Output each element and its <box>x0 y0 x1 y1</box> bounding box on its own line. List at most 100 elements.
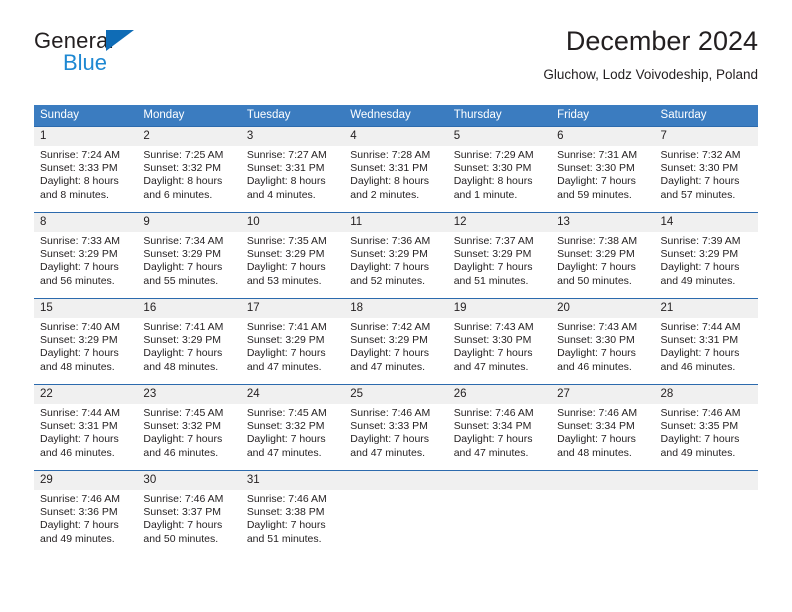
sunset-time: Sunset: 3:29 PM <box>557 248 635 261</box>
sunrise-time: Sunrise: 7:46 AM <box>453 407 534 419</box>
calendar-empty-cell <box>551 470 655 547</box>
logo-triangle-icon <box>106 30 134 51</box>
calendar-day-cell[interactable]: 8 Sunrise: 7:33 AM Sunset: 3:29 PM Daylight… <box>34 212 138 289</box>
daylight-duration-line1: Daylight: 7 hours <box>350 261 430 274</box>
daylight-duration-line2: and 47 minutes. <box>246 360 322 373</box>
calendar-day-cell[interactable]: 6 Sunrise: 7:31 AM Sunset: 3:30 PM Daylight… <box>551 126 655 203</box>
daylight-duration-line1: Daylight: 7 hours <box>453 433 533 446</box>
daylight-duration-line2: and 47 minutes. <box>246 446 322 459</box>
calendar-day-cell[interactable]: 13 Sunrise: 7:38 AM Sunset: 3:29 PM Dayligh… <box>551 212 655 289</box>
daylight-duration-line2: and 47 minutes. <box>350 360 425 373</box>
calendar-day-cell[interactable]: 10 Sunrise: 7:35 AM Sunset: 3:29 PM Dayligh… <box>240 212 345 289</box>
calendar-empty-cell <box>447 470 552 547</box>
calendar-day-cell[interactable]: 17 Sunrise: 7:41 AM Sunset: 3:29 PM Dayligh… <box>240 298 345 375</box>
calendar-day-cell[interactable]: 22 Sunrise: 7:44 AM Sunset: 3:31 PM Dayligh… <box>34 384 138 461</box>
day-number <box>344 471 448 490</box>
daylight-duration-line2: and 1 minute. <box>453 188 518 201</box>
day-details: Sunrise: 7:42 AM Sunset: 3:29 PM Daylight:… <box>344 318 447 375</box>
day-details: Sunrise: 7:46 AM Sunset: 3:33 PM Daylight:… <box>344 404 447 461</box>
day-number: 11 <box>344 213 448 232</box>
week-spacer <box>34 461 758 471</box>
calendar-day-cell[interactable]: 14 Sunrise: 7:39 AM Sunset: 3:29 PM Dayligh… <box>654 212 758 289</box>
calendar-week-row: 1 Sunrise: 7:24 AM Sunset: 3:33 PM Daylight… <box>34 126 758 203</box>
daylight-duration-line1: Daylight: 7 hours <box>40 261 119 274</box>
calendar-day-cell[interactable]: 4 Sunrise: 7:28 AM Sunset: 3:31 PM Daylight… <box>344 126 448 203</box>
sunset-time: Sunset: 3:29 PM <box>143 248 222 261</box>
calendar-day-cell[interactable]: 16 Sunrise: 7:41 AM Sunset: 3:29 PM Dayligh… <box>137 298 241 375</box>
calendar-day-cell[interactable]: 18 Sunrise: 7:42 AM Sunset: 3:29 PM Dayligh… <box>344 298 448 375</box>
sunset-time: Sunset: 3:31 PM <box>660 334 739 347</box>
daylight-duration-line2: and 59 minutes. <box>557 188 632 201</box>
weekday-header-monday: Monday <box>137 105 241 127</box>
daylight-duration-line1: Daylight: 7 hours <box>143 433 223 446</box>
day-details: Sunrise: 7:24 AM Sunset: 3:33 PM Daylight:… <box>34 146 137 203</box>
general-blue-logo[interactable]: General Blue <box>34 28 234 84</box>
calendar-day-cell[interactable]: 24 Sunrise: 7:45 AM Sunset: 3:32 PM Dayligh… <box>240 384 345 461</box>
sunset-time: Sunset: 3:29 PM <box>40 334 118 347</box>
day-details <box>448 490 551 547</box>
sunset-time: Sunset: 3:30 PM <box>557 334 635 347</box>
sunset-time: Sunset: 3:36 PM <box>40 506 118 519</box>
weekday-header-thursday: Thursday <box>447 105 552 127</box>
day-details: Sunrise: 7:28 AM Sunset: 3:31 PM Daylight:… <box>344 146 447 203</box>
calendar-day-cell[interactable]: 2 Sunrise: 7:25 AM Sunset: 3:32 PM Daylight… <box>137 126 241 203</box>
calendar-day-cell[interactable]: 19 Sunrise: 7:43 AM Sunset: 3:30 PM Dayligh… <box>447 298 552 375</box>
sunrise-time: Sunrise: 7:40 AM <box>40 321 120 333</box>
calendar-day-cell[interactable]: 29 Sunrise: 7:46 AM Sunset: 3:36 PM Dayligh… <box>34 470 138 547</box>
calendar-day-cell[interactable]: 23 Sunrise: 7:45 AM Sunset: 3:32 PM Dayligh… <box>137 384 241 461</box>
sunset-time: Sunset: 3:34 PM <box>453 420 532 433</box>
calendar-day-cell[interactable]: 11 Sunrise: 7:36 AM Sunset: 3:29 PM Dayligh… <box>344 212 448 289</box>
daylight-duration-line1: Daylight: 8 hours <box>350 175 430 188</box>
day-number <box>654 471 758 490</box>
sunrise-time: Sunrise: 7:45 AM <box>143 407 224 419</box>
calendar-day-cell[interactable]: 1 Sunrise: 7:24 AM Sunset: 3:33 PM Daylight… <box>34 126 138 203</box>
sunset-time: Sunset: 3:32 PM <box>143 420 222 433</box>
calendar-day-cell[interactable]: 27 Sunrise: 7:46 AM Sunset: 3:34 PM Dayligh… <box>551 384 655 461</box>
calendar-day-cell[interactable]: 28 Sunrise: 7:46 AM Sunset: 3:35 PM Dayligh… <box>654 384 758 461</box>
day-details: Sunrise: 7:36 AM Sunset: 3:29 PM Daylight:… <box>344 232 447 289</box>
day-details <box>551 490 654 547</box>
day-number: 24 <box>240 385 345 404</box>
day-number: 19 <box>447 299 552 318</box>
day-number: 18 <box>344 299 448 318</box>
daylight-duration-line2: and 48 minutes. <box>40 360 115 373</box>
day-number: 10 <box>240 213 345 232</box>
calendar-day-cell[interactable]: 7 Sunrise: 7:32 AM Sunset: 3:30 PM Daylight… <box>654 126 758 203</box>
calendar-day-cell[interactable]: 5 Sunrise: 7:29 AM Sunset: 3:30 PM Daylight… <box>447 126 552 203</box>
calendar-day-cell[interactable]: 15 Sunrise: 7:40 AM Sunset: 3:29 PM Dayligh… <box>34 298 138 375</box>
daylight-duration-line2: and 56 minutes. <box>40 274 115 287</box>
daylight-duration-line2: and 6 minutes. <box>143 188 213 201</box>
calendar-day-cell[interactable]: 9 Sunrise: 7:34 AM Sunset: 3:29 PM Daylight… <box>137 212 241 289</box>
day-number: 28 <box>654 385 758 404</box>
calendar-day-cell[interactable]: 31 Sunrise: 7:46 AM Sunset: 3:38 PM Dayligh… <box>240 470 345 547</box>
sunrise-time: Sunrise: 7:38 AM <box>557 235 638 247</box>
week-spacer-cell <box>34 461 758 471</box>
calendar-day-cell[interactable]: 25 Sunrise: 7:46 AM Sunset: 3:33 PM Dayligh… <box>344 384 448 461</box>
sunset-time: Sunset: 3:29 PM <box>660 248 739 261</box>
day-details: Sunrise: 7:32 AM Sunset: 3:30 PM Daylight:… <box>655 146 758 203</box>
calendar-day-cell[interactable]: 21 Sunrise: 7:44 AM Sunset: 3:31 PM Dayligh… <box>654 298 758 375</box>
sunrise-time: Sunrise: 7:37 AM <box>453 235 534 247</box>
daylight-duration-line1: Daylight: 8 hours <box>246 175 326 188</box>
daylight-duration-line2: and 2 minutes. <box>350 188 420 201</box>
calendar-day-cell[interactable]: 20 Sunrise: 7:43 AM Sunset: 3:30 PM Dayligh… <box>551 298 655 375</box>
daylight-duration-line1: Daylight: 7 hours <box>143 519 223 532</box>
calendar-day-cell[interactable]: 12 Sunrise: 7:37 AM Sunset: 3:29 PM Dayligh… <box>447 212 552 289</box>
calendar-day-cell[interactable]: 26 Sunrise: 7:46 AM Sunset: 3:34 PM Dayligh… <box>447 384 552 461</box>
calendar-week-row: 22 Sunrise: 7:44 AM Sunset: 3:31 PM Dayligh… <box>34 384 758 461</box>
calendar-day-cell[interactable]: 30 Sunrise: 7:46 AM Sunset: 3:37 PM Dayligh… <box>137 470 241 547</box>
daylight-duration-line1: Daylight: 7 hours <box>350 433 430 446</box>
calendar-day-cell[interactable]: 3 Sunrise: 7:27 AM Sunset: 3:31 PM Daylight… <box>240 126 345 203</box>
day-number: 26 <box>447 385 552 404</box>
sunset-time: Sunset: 3:29 PM <box>350 334 428 347</box>
day-details: Sunrise: 7:31 AM Sunset: 3:30 PM Daylight:… <box>551 146 654 203</box>
sunrise-time: Sunrise: 7:31 AM <box>557 149 638 161</box>
weekday-header-sunday: Sunday <box>34 105 138 127</box>
sunrise-time: Sunrise: 7:33 AM <box>40 235 120 247</box>
week-spacer-cell <box>34 203 758 213</box>
day-number: 2 <box>137 127 241 146</box>
sunset-time: Sunset: 3:29 PM <box>40 248 118 261</box>
daylight-duration-line1: Daylight: 7 hours <box>660 175 740 188</box>
day-number: 22 <box>34 385 138 404</box>
daylight-duration-line2: and 52 minutes. <box>350 274 425 287</box>
